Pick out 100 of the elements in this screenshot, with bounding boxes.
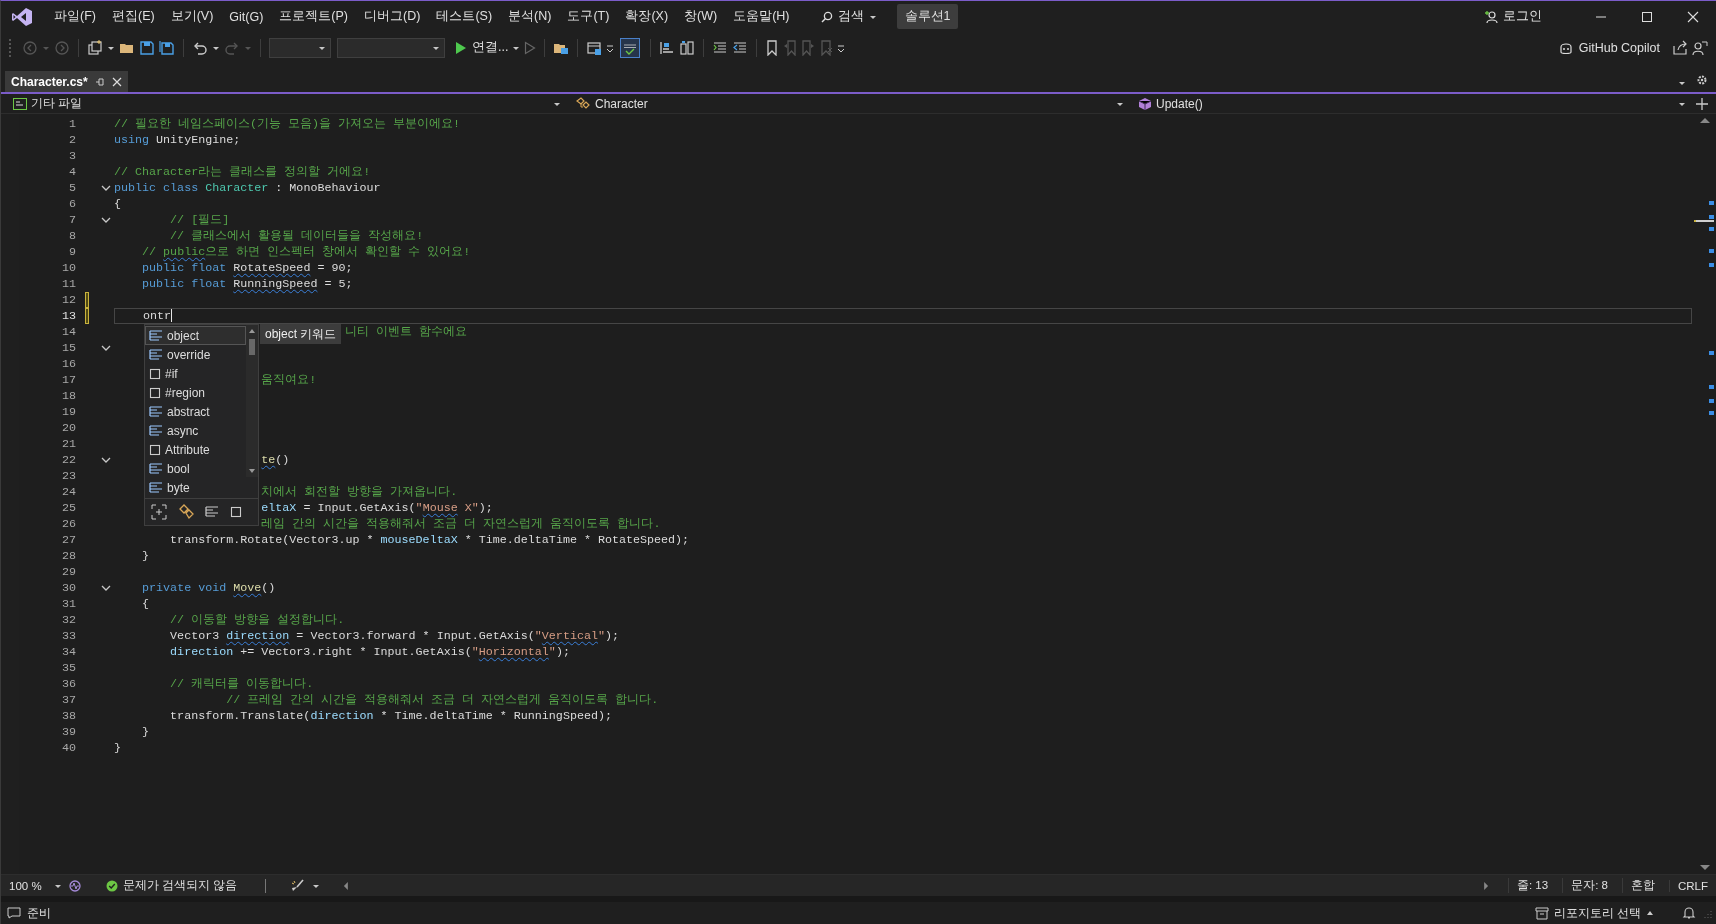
menu-item[interactable]: 도구(T) — [560, 4, 617, 29]
caret-icon[interactable] — [107, 44, 115, 51]
completion-item[interactable]: async — [145, 421, 246, 440]
menu-item[interactable]: 파일(F) — [47, 4, 103, 29]
caret-icon[interactable] — [1678, 80, 1686, 86]
pin-icon[interactable] — [94, 76, 105, 87]
completion-item[interactable]: byte — [145, 478, 246, 497]
line-number: 16 — [60, 357, 76, 371]
menu-item[interactable]: 분석(N) — [501, 4, 559, 29]
completion-item[interactable]: object — [145, 326, 246, 345]
member-dropdown[interactable]: Update() — [1134, 94, 1690, 113]
chevron-icon[interactable] — [100, 216, 111, 224]
line-number: 31 — [60, 597, 76, 611]
line-number: 11 — [60, 277, 76, 291]
save-all-icon[interactable] — [159, 39, 175, 56]
list-scrollbar[interactable] — [246, 325, 258, 477]
line-position[interactable]: 줄: 13 — [1508, 878, 1557, 893]
spellcheck-icon[interactable] — [620, 37, 641, 58]
keyword-icon[interactable] — [205, 506, 219, 518]
line-number: 7 — [68, 213, 76, 227]
completion-item[interactable]: bool — [145, 459, 246, 478]
snippet-icon — [149, 443, 161, 456]
dropdown-field[interactable] — [269, 37, 331, 58]
bell-icon[interactable] — [1682, 906, 1696, 920]
search-button[interactable]: 검색 — [814, 4, 883, 29]
issues-indicator[interactable]: 문제가 검색되지 않음 — [105, 878, 237, 893]
copilot-icon — [1557, 40, 1574, 55]
run-button[interactable]: 연결... — [455, 39, 509, 56]
caret-icon[interactable] — [212, 44, 220, 51]
code-line: // Character라는 클래스를 정의할 거에요! — [114, 164, 371, 180]
feedback-person-icon[interactable] — [1692, 39, 1708, 56]
uncomment-lines-icon[interactable] — [732, 39, 749, 56]
chevron-icon[interactable] — [100, 344, 111, 352]
menu-item[interactable]: 프로젝트(P) — [272, 4, 355, 29]
menu-item[interactable]: 창(W) — [677, 4, 725, 29]
menu-item[interactable]: 도움말(H) — [726, 4, 797, 29]
dropdown-field[interactable] — [337, 37, 445, 58]
code-line: { — [142, 596, 150, 612]
repository-button[interactable]: 리포지토리 선택 — [1534, 904, 1654, 922]
save-icon[interactable] — [139, 39, 155, 56]
menu-item[interactable]: 디버그(D) — [357, 4, 428, 29]
whitespace-mode[interactable]: 혼합 — [1621, 878, 1663, 893]
resize-grip-icon[interactable] — [1702, 908, 1712, 918]
code-line: // 클래스에서 활용될 데이터들을 작성해요! — [170, 228, 424, 244]
code-line: 움직여요! — [261, 372, 317, 388]
maximize-icon[interactable] — [1641, 10, 1653, 23]
share-icon[interactable] — [1672, 39, 1688, 56]
bookmark-icon[interactable] — [765, 39, 780, 56]
overflow-icon[interactable] — [606, 43, 615, 52]
copilot-button[interactable]: GitHub Copilot — [1557, 40, 1660, 55]
line-ending[interactable]: CRLF — [1668, 879, 1716, 892]
align-icon[interactable] — [659, 39, 676, 56]
type-dropdown[interactable]: Character — [571, 94, 1128, 113]
line-number: 26 — [60, 517, 76, 531]
health-icon[interactable] — [67, 878, 82, 893]
caret-icon[interactable] — [432, 44, 440, 51]
new-project-icon[interactable] — [87, 39, 103, 56]
chevron-icon[interactable] — [100, 184, 111, 192]
line-number: 34 — [60, 645, 76, 659]
close-icon[interactable] — [1687, 10, 1699, 23]
completion-item[interactable]: Attribute — [145, 440, 246, 459]
class-icon[interactable] — [178, 504, 194, 520]
zoom-dropdown[interactable]: 100 % — [9, 879, 62, 892]
menu-item[interactable]: 편집(E) — [104, 4, 162, 29]
menu-item[interactable]: 보기(V) — [163, 4, 221, 29]
completion-item[interactable]: override — [145, 345, 246, 364]
chevron-icon[interactable] — [100, 584, 111, 592]
line-number: 30 — [60, 581, 76, 595]
output-icon[interactable] — [7, 907, 21, 919]
line-number: 25 — [60, 501, 76, 515]
window-icon[interactable] — [586, 39, 603, 56]
column-position[interactable]: 문자: 8 — [1562, 878, 1616, 893]
login-button[interactable]: 로그인 — [1484, 8, 1542, 25]
settings-icon[interactable] — [1696, 74, 1708, 86]
split-icon[interactable] — [1696, 97, 1708, 110]
caret-icon[interactable] — [318, 44, 326, 51]
menu-item[interactable]: 테스트(S) — [429, 4, 500, 29]
caret-icon — [868, 13, 877, 20]
code-line: Vector3 direction = Vector3.forward * Input.GetAxis("Vertical"); — [170, 628, 619, 644]
menu-item[interactable]: Git(G) — [222, 5, 271, 28]
line-number: 10 — [60, 261, 76, 275]
document-tab[interactable]: Character.cs* — [5, 71, 128, 92]
chevron-icon[interactable] — [100, 456, 111, 464]
snippet-icon[interactable] — [230, 506, 242, 518]
code-line: eltaX = Input.GetAxis("Mouse X"); — [261, 500, 493, 516]
expand-icon[interactable] — [151, 504, 167, 520]
caret-icon[interactable] — [512, 44, 521, 51]
comment-lines-icon[interactable] — [712, 39, 729, 56]
repository-icon — [1534, 906, 1549, 920]
completion-item[interactable]: abstract — [145, 402, 246, 421]
overflow-icon[interactable] — [837, 43, 846, 52]
caret-icon — [1678, 100, 1686, 107]
columns-icon[interactable] — [679, 39, 696, 56]
brush-icon[interactable] — [290, 878, 306, 893]
completion-item[interactable]: #if — [145, 364, 246, 383]
close-icon[interactable] — [111, 76, 122, 87]
project-dropdown[interactable]: 기타 파일 — [9, 94, 565, 113]
menu-item[interactable]: 확장(X) — [618, 4, 676, 29]
completion-item[interactable]: #region — [145, 383, 246, 402]
caret-icon[interactable] — [312, 882, 320, 889]
